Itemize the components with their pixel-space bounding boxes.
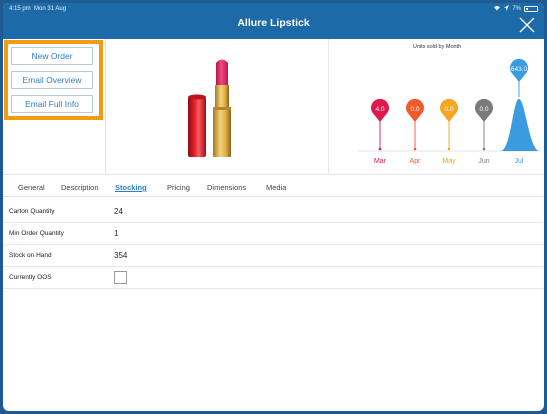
- battery-icon: [524, 6, 538, 12]
- tab-stocking[interactable]: Stocking: [115, 183, 147, 192]
- carton-quantity-value: 24: [114, 207, 123, 216]
- chart-canvas: 4.0 Mar 0.0 Apr 0.0 May 0.0 Jun 643.0 Jul: [358, 58, 540, 165]
- product-image: [188, 59, 231, 157]
- status-indicators: 7%: [493, 5, 538, 13]
- currently-oos-row: Currently OOS: [3, 267, 544, 289]
- product-image-area: [106, 39, 329, 175]
- battery-percent: 7%: [512, 6, 521, 12]
- status-time-date: 4:15 pm Mon 31 Aug: [9, 6, 66, 12]
- stock-on-hand-row: Stock on Hand 354: [3, 245, 544, 267]
- chart-tick-label-jun: Jun: [478, 158, 489, 165]
- chart-point-may: [447, 147, 451, 151]
- action-column: New Order Email Overview Email Full Info: [3, 39, 106, 175]
- min-order-quantity-value: 1: [114, 229, 119, 238]
- tab-dimensions[interactable]: Dimensions: [207, 183, 246, 192]
- chart-point-jun: [482, 147, 486, 151]
- chart-data-label-mar: 4.0: [375, 106, 384, 113]
- app-window: 4:15 pm Mon 31 Aug 7% Allure Lipstick Ne…: [3, 3, 544, 411]
- min-order-quantity-label: Min Order Quantity: [9, 230, 64, 237]
- close-icon: [519, 17, 535, 33]
- email-full-info-button[interactable]: Email Full Info: [11, 95, 93, 113]
- carton-quantity-row: Carton Quantity 24: [3, 201, 544, 223]
- tab-pricing[interactable]: Pricing: [167, 183, 190, 192]
- chart-tick-label-may: May: [442, 158, 456, 165]
- tab-bar: General Description Stocking Pricing Dim…: [3, 175, 544, 197]
- header-bar: 4:15 pm Mon 31 Aug 7% Allure Lipstick: [3, 3, 544, 39]
- chart-point-apr: [413, 147, 417, 151]
- tab-description[interactable]: Description: [61, 183, 99, 192]
- chart-area-jul: [501, 99, 539, 151]
- new-order-button[interactable]: New Order: [11, 47, 93, 65]
- stock-on-hand-label: Stock on Hand: [9, 252, 52, 259]
- close-button[interactable]: [518, 16, 536, 34]
- currently-oos-checkbox[interactable]: [114, 271, 127, 284]
- status-date: Mon 31 Aug: [34, 6, 67, 12]
- chart-tick-label-apr: Apr: [410, 158, 422, 165]
- page-title: Allure Lipstick: [237, 17, 310, 29]
- chart-data-label-may: 0.0: [444, 106, 453, 113]
- tab-media[interactable]: Media: [266, 183, 286, 192]
- chart-data-label-jun: 0.0: [479, 106, 488, 113]
- units-sold-chart: Units sold by Month 4.0 Mar 0.0 Apr 0.0 May 0.…: [330, 39, 544, 175]
- chart-tick-label-mar: Mar: [374, 158, 387, 165]
- chart-title: Units sold by Month: [412, 44, 462, 50]
- chart-tick-label-jul: Jul: [515, 158, 524, 165]
- carton-quantity-label: Carton Quantity: [9, 208, 55, 215]
- chart-data-label-apr: 0.0: [410, 106, 419, 113]
- status-time: 4:15 pm: [9, 6, 31, 12]
- product-panel: New Order Email Overview Email Full Info: [3, 39, 544, 175]
- chart-point-mar: [378, 147, 382, 151]
- email-overview-button[interactable]: Email Overview: [11, 71, 93, 89]
- currently-oos-label: Currently OOS: [9, 274, 52, 281]
- tab-general[interactable]: General: [18, 183, 45, 192]
- min-order-quantity-row: Min Order Quantity 1: [3, 223, 544, 245]
- location-icon: [504, 5, 510, 13]
- chart-data-label-jul: 643.0: [511, 66, 528, 73]
- stock-on-hand-value: 354: [114, 251, 128, 260]
- wifi-icon: [493, 5, 501, 13]
